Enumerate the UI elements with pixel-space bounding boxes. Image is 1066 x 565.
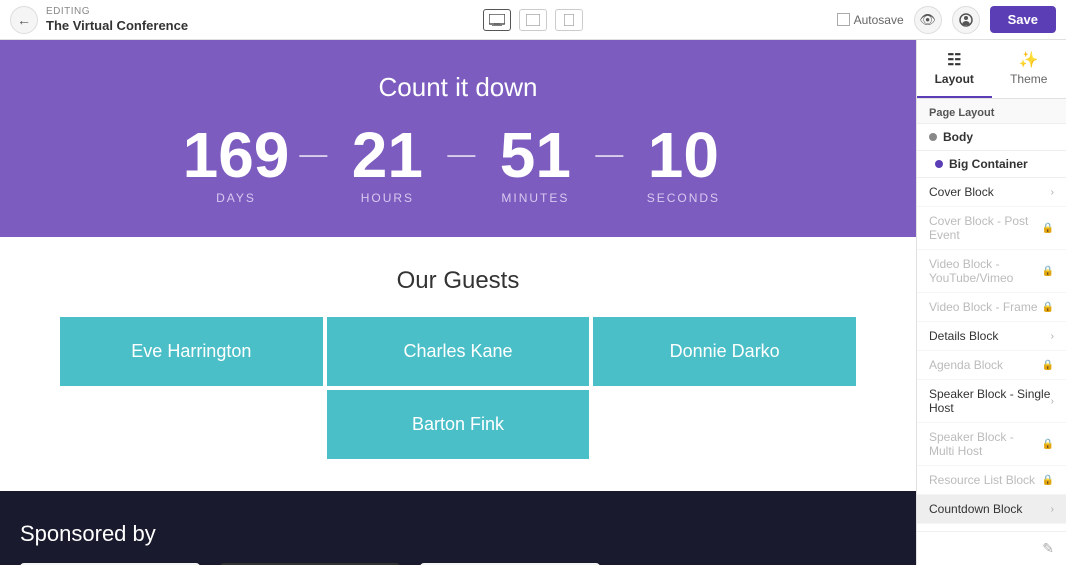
- countdown-numbers: 169 DAYS — 21 HOURS — 51 MINUTES —: [20, 123, 896, 205]
- days-label: DAYS: [183, 191, 290, 205]
- topbar-left: ← EDITING The Virtual Conference: [10, 6, 483, 34]
- lock-icon: 🔒: [1042, 360, 1054, 371]
- guests-row-1: Eve Harrington Charles Kane Donnie Darko: [58, 315, 858, 388]
- chevron-right-icon: ›: [1051, 504, 1054, 515]
- back-button[interactable]: ←: [10, 6, 38, 34]
- countdown-title: Count it down: [20, 72, 896, 103]
- panel-content: Page Layout Body Big Container Cover Blo…: [917, 99, 1066, 531]
- save-button[interactable]: Save: [990, 6, 1056, 33]
- guests-title: Our Guests: [20, 267, 896, 295]
- desktop-view-button[interactable]: [483, 9, 511, 31]
- preview-button[interactable]: 👁: [914, 6, 942, 34]
- panel-item-speaker-single[interactable]: Speaker Block - Single Host ›: [917, 380, 1066, 423]
- separator-3: —: [585, 138, 633, 190]
- page-layout-header: Page Layout: [917, 99, 1066, 124]
- minutes-label: MINUTES: [485, 191, 585, 205]
- lock-icon: 🔒: [1042, 302, 1054, 313]
- right-panel: ☷ Layout ✨ Theme Page Layout Body Big Co…: [916, 40, 1066, 565]
- topbar: ← EDITING The Virtual Conference Autosav…: [0, 0, 1066, 40]
- countdown-days: 169 DAYS: [183, 123, 290, 205]
- lock-icon: 🔒: [1042, 439, 1054, 450]
- topbar-right: Autosave 👁 Save: [583, 6, 1056, 34]
- main-area: Count it down 169 DAYS — 21 HOURS — 51 M…: [0, 40, 1066, 565]
- big-container-dot: [935, 160, 943, 168]
- chevron-right-icon: ›: [1051, 187, 1054, 198]
- share-button[interactable]: [952, 6, 980, 34]
- panel-item-details[interactable]: Details Block ›: [917, 322, 1066, 351]
- settings-icon[interactable]: ✎: [1042, 540, 1054, 557]
- body-section: Body: [917, 124, 1066, 151]
- guests-grid: Eve Harrington Charles Kane Donnie Darko…: [58, 315, 858, 461]
- seconds-label: SECONDS: [633, 191, 733, 205]
- separator-1: —: [289, 138, 337, 190]
- panel-item-video-youtube: Video Block - YouTube/Vimeo 🔒: [917, 250, 1066, 293]
- mobile-view-button[interactable]: [555, 9, 583, 31]
- chevron-right-icon: ›: [1051, 396, 1054, 407]
- tab-layout[interactable]: ☷ Layout: [917, 40, 992, 98]
- guest-card-barton[interactable]: Barton Fink: [325, 388, 592, 461]
- separator-2: —: [437, 138, 485, 190]
- seconds-value: 10: [633, 123, 733, 187]
- sponsors-title: Sponsored by: [20, 521, 896, 547]
- panel-tabs: ☷ Layout ✨ Theme: [917, 40, 1066, 99]
- panel-item-attendee[interactable]: Attendee Block 1 ›: [917, 524, 1066, 531]
- countdown-block: Count it down 169 DAYS — 21 HOURS — 51 M…: [0, 40, 916, 237]
- panel-item-countdown[interactable]: Countdown Block ›: [917, 495, 1066, 524]
- guests-row-2: Barton Fink: [58, 388, 858, 461]
- hours-value: 21: [337, 123, 437, 187]
- days-value: 169: [183, 123, 290, 187]
- panel-item-speaker-multi: Speaker Block - Multi Host 🔒: [917, 423, 1066, 466]
- topbar-center: [483, 9, 583, 31]
- big-container-section: Big Container: [917, 151, 1066, 178]
- tablet-view-button[interactable]: [519, 9, 547, 31]
- guest-card-donnie[interactable]: Donnie Darko: [591, 315, 858, 388]
- panel-item-video-frame: Video Block - Frame 🔒: [917, 293, 1066, 322]
- tab-theme[interactable]: ✨ Theme: [992, 40, 1066, 98]
- countdown-seconds: 10 SECONDS: [633, 123, 733, 205]
- canvas: Count it down 169 DAYS — 21 HOURS — 51 M…: [0, 40, 916, 565]
- layout-icon: ☷: [917, 50, 992, 70]
- countdown-minutes: 51 MINUTES: [485, 123, 585, 205]
- countdown-hours: 21 HOURS: [337, 123, 437, 205]
- editing-label: EDITING: [46, 6, 188, 18]
- lock-icon: 🔒: [1042, 266, 1054, 277]
- guest-card-charles[interactable]: Charles Kane: [325, 315, 592, 388]
- guest-card-eve[interactable]: Eve Harrington: [58, 315, 325, 388]
- autosave-toggle[interactable]: Autosave: [837, 13, 904, 27]
- hours-label: HOURS: [337, 191, 437, 205]
- panel-item-cover-block-post: Cover Block - Post Event 🔒: [917, 207, 1066, 250]
- lock-icon: 🔒: [1042, 223, 1054, 234]
- panel-item-agenda: Agenda Block 🔒: [917, 351, 1066, 380]
- page-title: The Virtual Conference: [46, 18, 188, 34]
- body-dot: [929, 133, 937, 141]
- panel-footer: ✎: [917, 531, 1066, 565]
- chevron-right-icon: ›: [1051, 331, 1054, 342]
- panel-item-cover-block[interactable]: Cover Block ›: [917, 178, 1066, 207]
- panel-item-resource-list: Resource List Block 🔒: [917, 466, 1066, 495]
- guests-block: Our Guests Eve Harrington Charles Kane D…: [0, 237, 916, 491]
- theme-icon: ✨: [992, 50, 1066, 70]
- sponsors-block: Sponsored by the COOL L...: [0, 491, 916, 565]
- lock-icon: 🔒: [1042, 475, 1054, 486]
- minutes-value: 51: [485, 123, 585, 187]
